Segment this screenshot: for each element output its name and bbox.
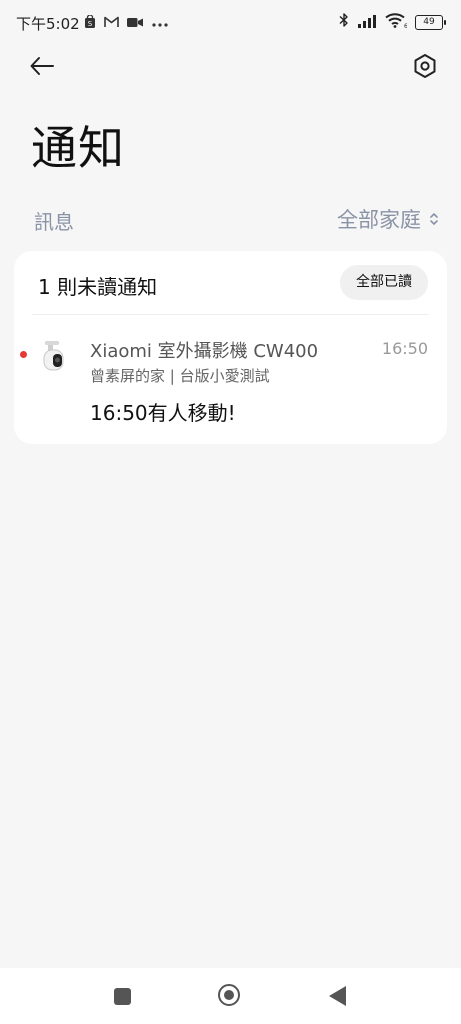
svg-text:6: 6 — [404, 23, 407, 28]
status-time: 下午5:02 — [16, 15, 80, 33]
notification-message: 16:50有人移動! — [90, 401, 236, 425]
recents-button[interactable] — [114, 988, 131, 1005]
sort-updown-icon — [429, 207, 439, 231]
status-bar: 下午5:02 S 6 49 — [0, 0, 461, 44]
filter-row: 訊息 全部家庭 — [0, 200, 461, 236]
unread-count-title: 1 則未讀通知 — [38, 275, 158, 299]
home-name: 曾素屏的家 | 台版小愛測試 — [90, 367, 270, 385]
shopping-bag-icon: S — [84, 13, 96, 32]
notification-card: 1 則未讀通知 全部已讀 Xiaomi 室外攝影機 CW400 16:50 曾素… — [14, 251, 447, 444]
top-bar — [0, 44, 461, 92]
settings-hexagon-icon — [412, 53, 438, 83]
notification-time: 16:50 — [381, 339, 428, 358]
status-left-icons: S — [84, 13, 169, 32]
system-nav-bar — [0, 968, 461, 1024]
mark-all-read-button[interactable]: 全部已讀 — [340, 265, 428, 300]
system-back-button[interactable] — [329, 986, 346, 1006]
status-right-icons: 6 49 — [339, 12, 446, 32]
gmail-icon — [104, 13, 119, 32]
home-selector-label: 全部家庭 — [337, 208, 421, 232]
signal-icon — [357, 13, 377, 32]
svg-text:S: S — [88, 20, 93, 28]
notification-item[interactable]: Xiaomi 室外攝影機 CW400 16:50 曾素屏的家 | 台版小愛測試 … — [14, 323, 447, 433]
page-title: 通知 — [31, 121, 125, 175]
wifi-icon: 6 — [385, 12, 408, 32]
back-button[interactable] — [26, 52, 58, 84]
section-label: 訊息 — [34, 210, 74, 234]
unread-dot — [20, 351, 27, 358]
back-arrow-icon — [29, 56, 55, 80]
settings-button[interactable] — [409, 52, 441, 84]
divider — [32, 314, 429, 315]
home-selector[interactable]: 全部家庭 — [337, 204, 439, 234]
battery-icon: 49 — [415, 14, 446, 30]
more-dots-icon — [151, 13, 169, 32]
outdoor-camera-icon — [40, 339, 70, 375]
video-camera-icon — [127, 13, 143, 32]
bluetooth-icon — [339, 12, 349, 32]
device-name: Xiaomi 室外攝影機 CW400 — [90, 341, 319, 362]
home-button[interactable] — [218, 984, 240, 1006]
